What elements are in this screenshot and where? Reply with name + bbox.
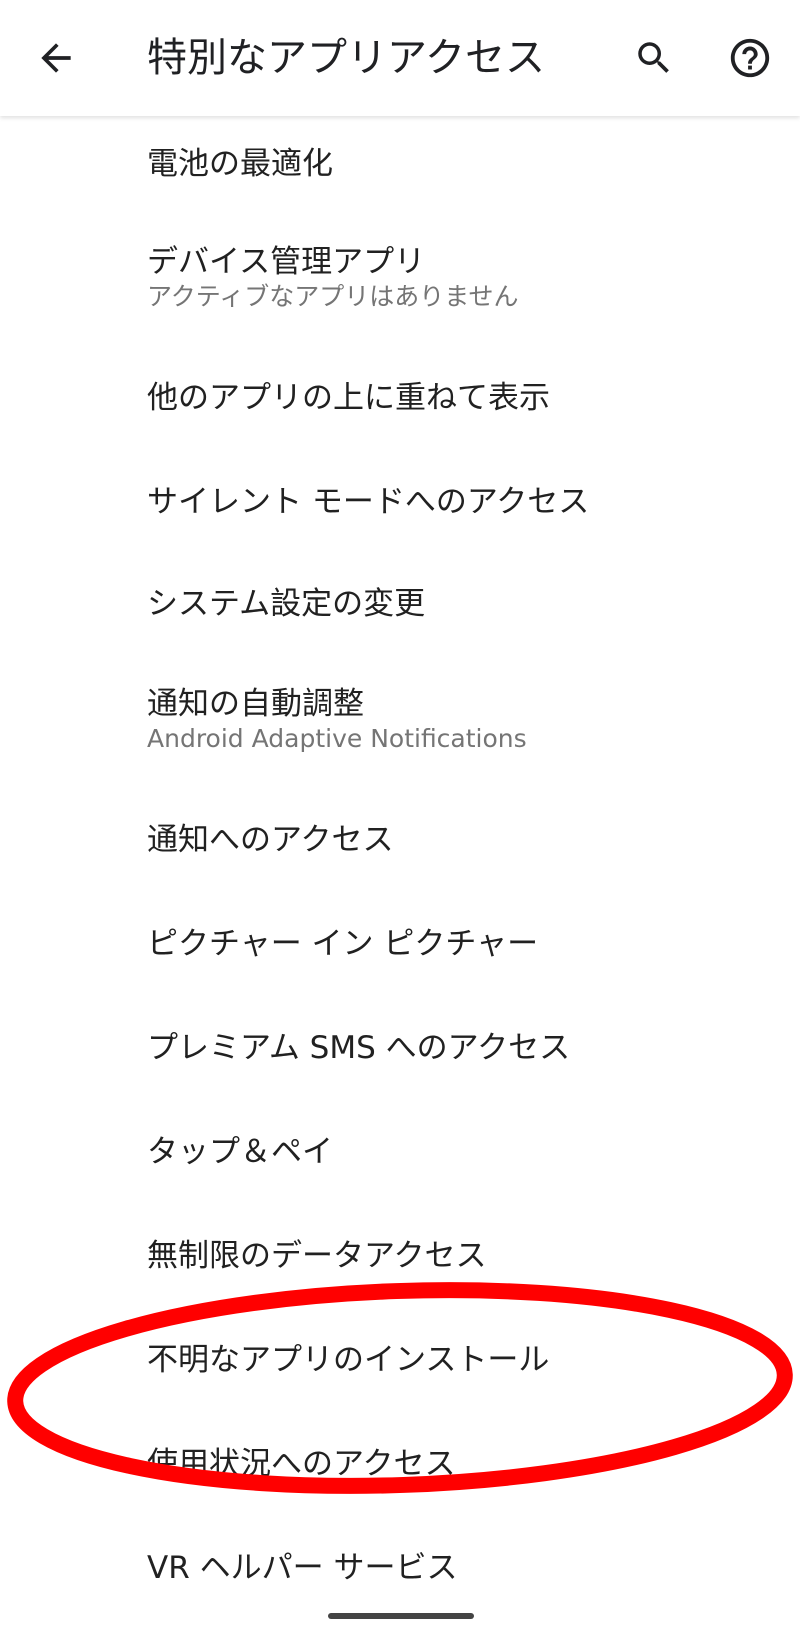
list-item-title: 通知へのアクセス — [147, 822, 394, 858]
list-item-title: 通知の自動調整 — [147, 686, 364, 722]
list-item-title: デバイス管理アプリ — [147, 244, 426, 280]
list-item-tap-and-pay[interactable]: タップ＆ペイ — [0, 1088, 800, 1188]
app-bar: 特別なアプリアクセス — [0, 0, 800, 116]
list-item-title: 他のアプリの上に重ねて表示 — [147, 380, 550, 416]
list-item-dnd-access[interactable]: サイレント モードへのアクセス — [0, 452, 800, 552]
back-button[interactable] — [20, 22, 92, 94]
list-item-title: システム設定の変更 — [147, 586, 426, 622]
list-item-notification-access[interactable]: 通知へのアクセス — [0, 788, 800, 888]
help-circle-icon — [730, 38, 770, 78]
list-item-title: 電池の最適化 — [147, 146, 333, 182]
list-item-premium-sms-access[interactable]: プレミアム SMS へのアクセス — [0, 988, 800, 1088]
help-button[interactable] — [714, 22, 786, 94]
list-item-install-unknown-apps[interactable]: 不明なアプリのインストール — [0, 1288, 800, 1388]
list-item-title: VR ヘルパー サービス — [147, 1550, 458, 1586]
list-item-title: タップ＆ペイ — [147, 1134, 333, 1170]
list-item-title: サイレント モードへのアクセス — [147, 484, 590, 520]
list-item-subtitle: Android Adaptive Notifications — [147, 724, 527, 753]
list-item-picture-in-picture[interactable]: ピクチャー イン ピクチャー — [0, 888, 800, 988]
search-button[interactable] — [618, 22, 690, 94]
list-item-usage-access[interactable]: 使用状況へのアクセス — [0, 1388, 800, 1488]
search-icon — [638, 42, 669, 73]
arrow-back-icon — [41, 43, 71, 73]
list-item-subtitle: アクティブなアプリはありません — [147, 282, 519, 311]
page-title: 特別なアプリアクセス — [147, 35, 545, 81]
list-item-unrestricted-data[interactable]: 無制限のデータアクセス — [0, 1188, 800, 1288]
list-item-title: プレミアム SMS へのアクセス — [147, 1030, 571, 1066]
list-item-title: 不明なアプリのインストール — [147, 1342, 550, 1378]
list-item-adaptive-notifications[interactable]: 通知の自動調整 Android Adaptive Notifications — [0, 652, 800, 788]
list-item-vr-helper-services[interactable]: VR ヘルパー サービス — [0, 1488, 800, 1588]
home-indicator[interactable] — [328, 1613, 474, 1619]
list-item-display-over-apps[interactable]: 他のアプリの上に重ねて表示 — [0, 352, 800, 452]
list-item-title: ピクチャー イン ピクチャー — [147, 926, 539, 962]
list-item-title: 使用状況へのアクセス — [147, 1446, 456, 1482]
list-item-title: 無制限のデータアクセス — [147, 1238, 487, 1274]
list-item-modify-system-settings[interactable]: システム設定の変更 — [0, 552, 800, 652]
list-item-battery-optimization[interactable]: 電池の最適化 — [0, 116, 800, 216]
list-item-device-admin-apps[interactable]: デバイス管理アプリ アクティブなアプリはありません — [0, 216, 800, 352]
